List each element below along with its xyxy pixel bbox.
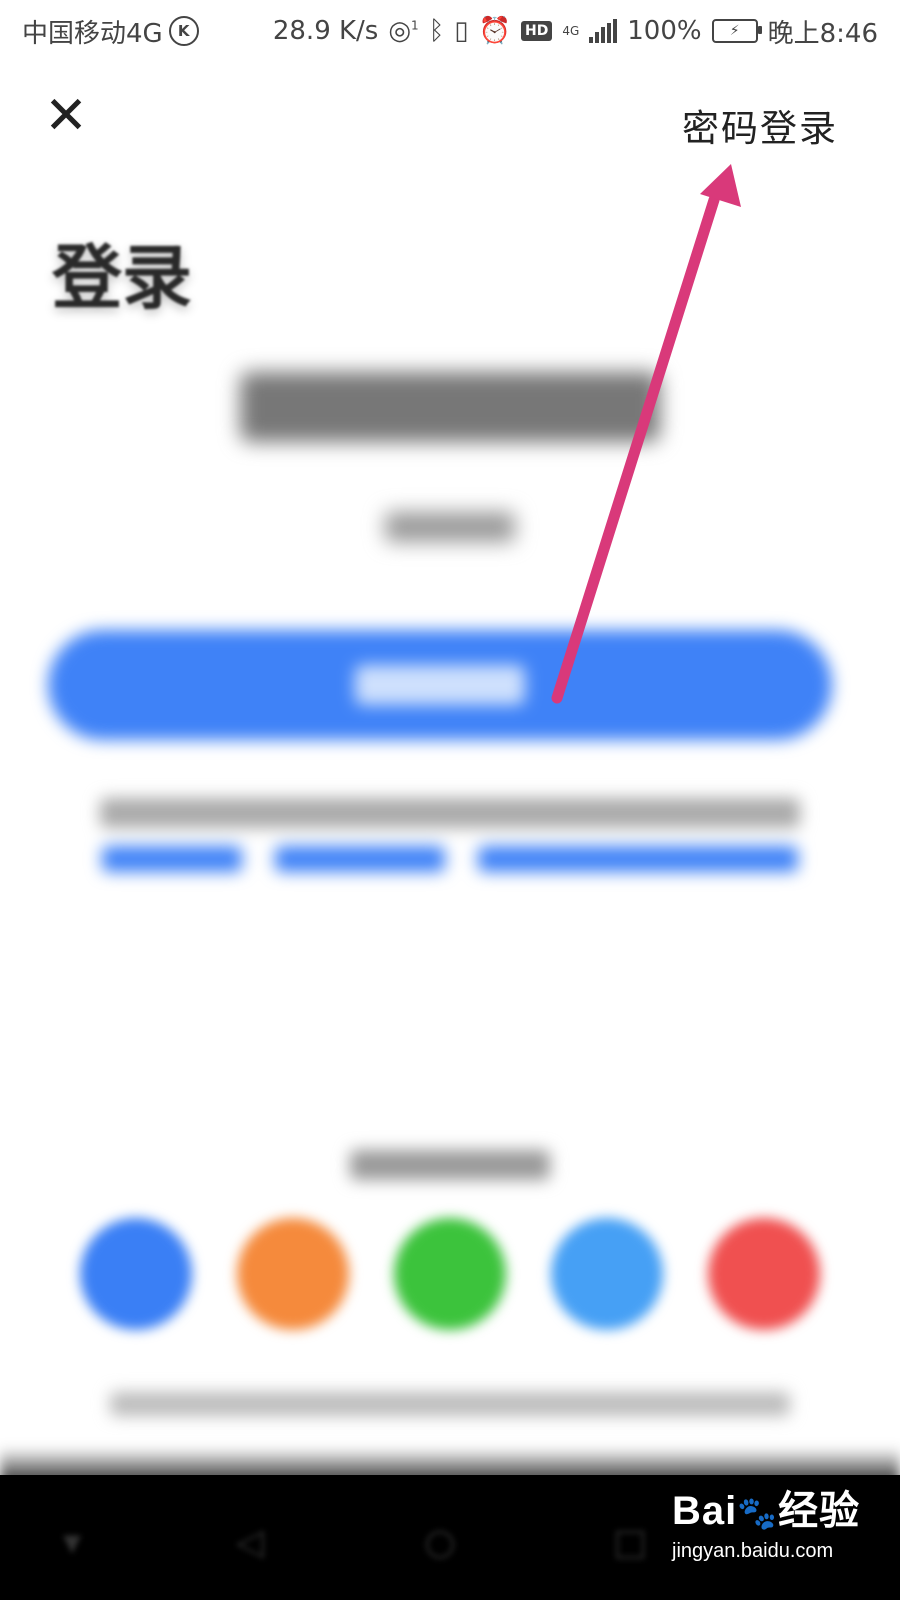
masked-phone-number <box>0 368 900 461</box>
social-login-icon-3[interactable] <box>394 1218 506 1330</box>
watermark-logo-text: Bai <box>672 1489 738 1533</box>
operator-hint <box>0 512 900 549</box>
hd-icon: HD <box>520 21 553 41</box>
paw-icon: 🐾 <box>737 1495 779 1531</box>
agreement-link[interactable] <box>102 846 242 872</box>
status-left: 中国移动4G K <box>22 13 199 50</box>
top-bar: ✕ 密码登录 <box>0 72 900 168</box>
social-login-icon-1[interactable] <box>80 1218 192 1330</box>
social-login-row <box>80 1218 820 1338</box>
annotation-arrow-head <box>700 164 741 207</box>
net-speed: 28.9 K/s <box>272 16 379 46</box>
agreement-text <box>90 790 810 872</box>
vibrate-icon: ▯ <box>454 16 469 46</box>
alarm-icon: ⏰ <box>478 16 511 46</box>
status-right: 28.9 K/s ◎1 ᛒ ▯ ⏰ HD 4G 100% ⚡ 晚上8:46 <box>273 13 878 50</box>
agreement-link[interactable] <box>275 846 445 872</box>
carrier-name: 中国移动4G <box>22 18 163 49</box>
nav-home-icon[interactable]: ○ <box>420 1523 460 1563</box>
other-login-methods-label <box>0 1150 900 1187</box>
watermark-logo-text-end: 经验 <box>778 1489 861 1533</box>
agreement-link[interactable] <box>478 846 798 872</box>
network-type: 4G <box>562 24 580 38</box>
bottom-terms-text <box>0 1392 900 1422</box>
page-title: 登录 <box>52 237 192 319</box>
baidu-jingyan-watermark: Bai🐾经验 jingyan.baidu.com <box>672 1478 882 1588</box>
nav-back-icon[interactable]: ◁ <box>230 1523 270 1563</box>
one-click-login-button[interactable] <box>48 630 832 740</box>
carrier-badge-icon: K <box>168 16 199 46</box>
clock: 晚上8:46 <box>767 18 878 49</box>
status-bar: 中国移动4G K 28.9 K/s ◎1 ᛒ ▯ ⏰ HD 4G 100% ⚡ … <box>0 0 900 62</box>
hotspot-icon: ◎1 <box>388 16 419 46</box>
password-login-button[interactable]: 密码登录 <box>682 98 838 152</box>
watermark-url: jingyan.baidu.com <box>672 1540 834 1562</box>
close-icon[interactable]: ✕ <box>36 86 96 146</box>
battery-icon: ⚡ <box>711 19 762 43</box>
hotspot-badge: 1 <box>411 18 419 33</box>
social-login-icon-4[interactable] <box>551 1218 663 1330</box>
social-login-icon-2[interactable] <box>237 1218 349 1330</box>
nav-menu-icon[interactable]: ▾ <box>52 1523 92 1563</box>
battery-percent: 100% <box>627 16 702 46</box>
signal-icon <box>589 19 618 43</box>
social-login-icon-5[interactable] <box>708 1218 820 1330</box>
watermark-logo: Bai🐾经验 <box>672 1478 882 1536</box>
nav-recent-icon[interactable]: □ <box>610 1523 650 1563</box>
bluetooth-icon: ᛒ <box>428 16 445 46</box>
